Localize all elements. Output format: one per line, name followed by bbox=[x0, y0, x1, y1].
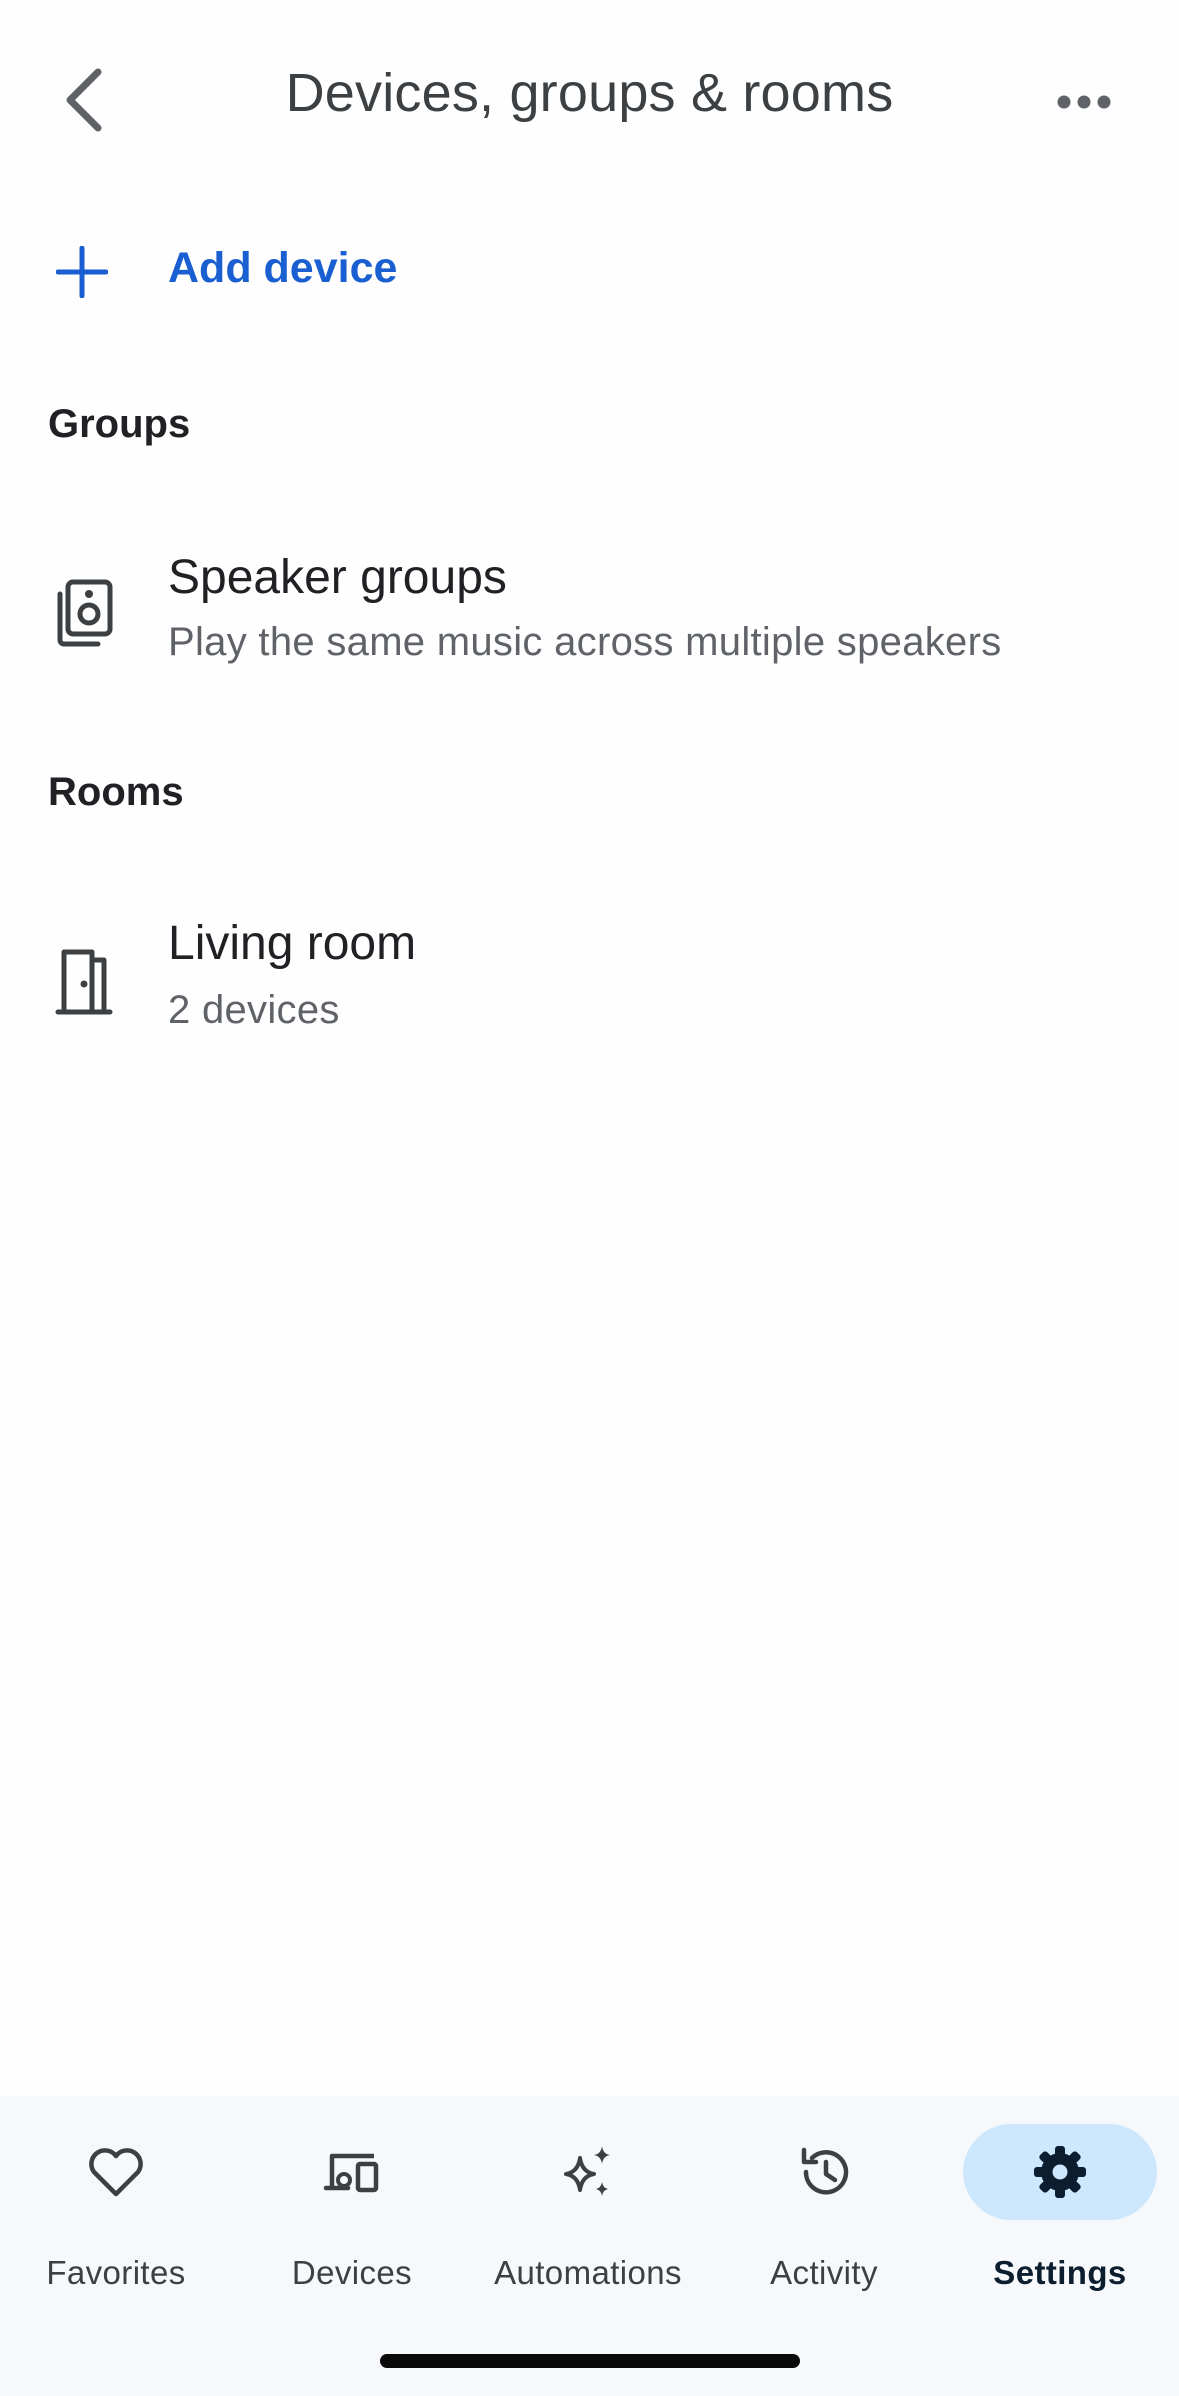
history-icon bbox=[801, 2147, 849, 2195]
nav-item-devices[interactable]: Devices bbox=[242, 2124, 462, 2324]
rooms-section-header: Rooms bbox=[48, 770, 184, 814]
list-item-title: Speaker groups bbox=[168, 551, 507, 604]
list-item-living-room[interactable]: Living room 2 devices bbox=[0, 900, 1179, 1060]
list-item-title: Living room bbox=[168, 917, 417, 970]
more-horizontal-icon bbox=[1057, 95, 1111, 109]
list-item-subtitle: 2 devices bbox=[168, 988, 340, 1032]
list-item-speaker-groups[interactable]: Speaker groups Play the same music acros… bbox=[0, 530, 1179, 690]
devices-icon bbox=[323, 2153, 379, 2193]
add-device-button[interactable]: Add device bbox=[0, 220, 1179, 320]
more-options-button[interactable] bbox=[1029, 66, 1139, 138]
sparkle-icon bbox=[564, 2146, 610, 2196]
nav-item-settings[interactable]: Settings bbox=[950, 2124, 1170, 2324]
nav-label: Automations bbox=[494, 2254, 682, 2291]
heart-icon bbox=[89, 2148, 143, 2197]
page-title: Devices, groups & rooms bbox=[285, 63, 894, 123]
add-device-label: Add device bbox=[168, 244, 398, 292]
bottom-navigation-bar: Favorites Devices Automations Activity S… bbox=[0, 2096, 1179, 2396]
nav-item-favorites[interactable]: Favorites bbox=[6, 2124, 226, 2324]
plus-icon bbox=[56, 246, 108, 298]
list-item-subtitle: Play the same music across multiple spea… bbox=[168, 620, 1002, 664]
top-app-bar: Devices, groups & rooms bbox=[0, 0, 1179, 200]
nav-label: Settings bbox=[993, 2254, 1127, 2291]
speaker-group-icon bbox=[57, 579, 113, 647]
nav-label: Favorites bbox=[46, 2254, 186, 2291]
nav-label: Devices bbox=[291, 2254, 413, 2291]
devices-groups-rooms-page: Devices, groups & rooms Add device Group… bbox=[0, 0, 1179, 2396]
nav-item-activity[interactable]: Activity bbox=[714, 2124, 934, 2324]
gear-icon bbox=[1034, 2146, 1086, 2198]
nav-item-automations[interactable]: Automations bbox=[478, 2124, 698, 2324]
home-indicator bbox=[380, 2354, 800, 2368]
door-icon bbox=[55, 949, 113, 1015]
groups-section-header: Groups bbox=[48, 402, 191, 446]
nav-label: Activity bbox=[770, 2254, 878, 2291]
